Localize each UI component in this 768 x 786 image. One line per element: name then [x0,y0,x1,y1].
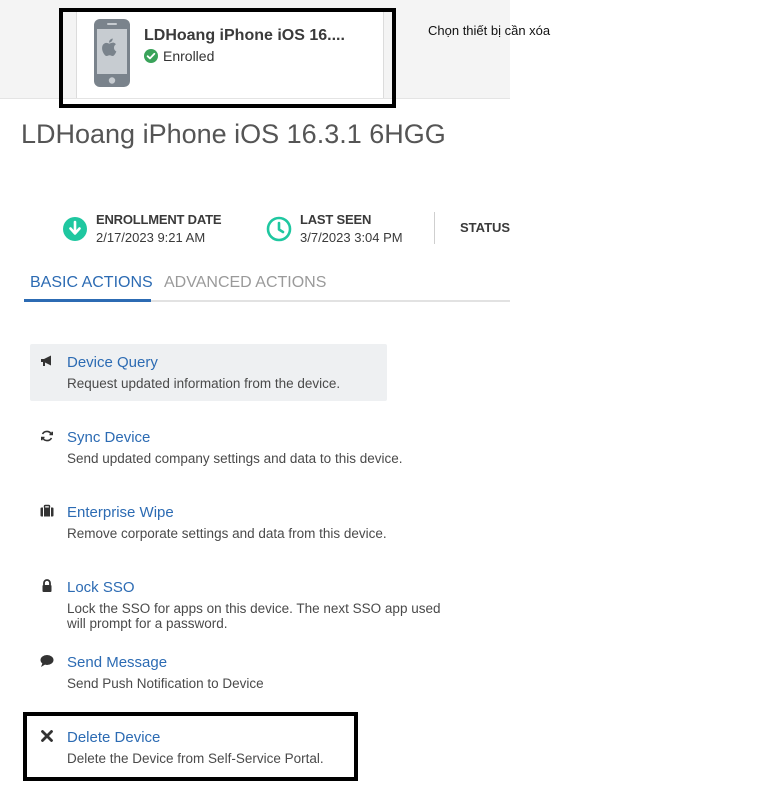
page-title: LDHoang iPhone iOS 16.3.1 6HGG [21,119,446,149]
status-header-label: STATUS [460,220,511,235]
chat-bubble-icon [40,655,54,667]
action-description: Send updated company settings and data t… [67,451,403,466]
enrollment-date-label: ENROLLMENT DATE [96,212,222,227]
sync-icon [41,430,53,442]
action-send-message[interactable]: Send Message Send Push Notification to D… [30,644,387,694]
action-title[interactable]: Send Message [67,654,167,671]
clock-icon [266,216,292,242]
tab-basic-actions[interactable]: BASIC ACTIONS [30,274,153,292]
action-sync-device[interactable]: Sync Device Send updated company setting… [30,419,402,469]
action-lock-sso[interactable]: Lock SSO Lock the SSO for apps on this d… [30,569,440,631]
tab-active-indicator [24,299,151,302]
download-arrow-icon [63,217,87,241]
tab-advanced-actions[interactable]: ADVANCED ACTIONS [164,274,326,292]
last-seen-block: LAST SEEN 3/7/2023 3:04 PM [266,212,403,245]
action-enterprise-wipe[interactable]: Enterprise Wipe Remove corporate setting… [30,494,387,544]
megaphone-icon [41,355,51,366]
lock-icon [42,579,52,592]
annotation-text: Chọn thiết bị cần xóa [428,23,551,38]
enrollment-date-block: ENROLLMENT DATE 2/17/2023 9:21 AM [62,212,222,245]
action-title[interactable]: Enterprise Wipe [67,504,174,521]
last-seen-label: LAST SEEN [300,212,372,227]
action-title[interactable]: Sync Device [67,429,150,446]
action-device-query[interactable]: Device Query Request updated information… [30,344,387,401]
action-description: Remove corporate settings and data from … [67,526,387,541]
annotation-highlight-delete [23,712,358,781]
last-seen-value: 3/7/2023 3:04 PM [300,230,403,245]
info-divider [434,212,435,244]
action-description: Lock the SSO for apps on this device. Th… [67,601,441,631]
action-title[interactable]: Device Query [67,354,158,371]
annotation-highlight-device [59,8,396,108]
action-description: Request updated information from the dev… [67,376,341,391]
briefcase-icon [40,504,54,517]
action-description: Send Push Notification to Device [67,676,264,691]
action-title[interactable]: Lock SSO [67,579,135,596]
enrollment-date-value: 2/17/2023 9:21 AM [96,230,206,245]
